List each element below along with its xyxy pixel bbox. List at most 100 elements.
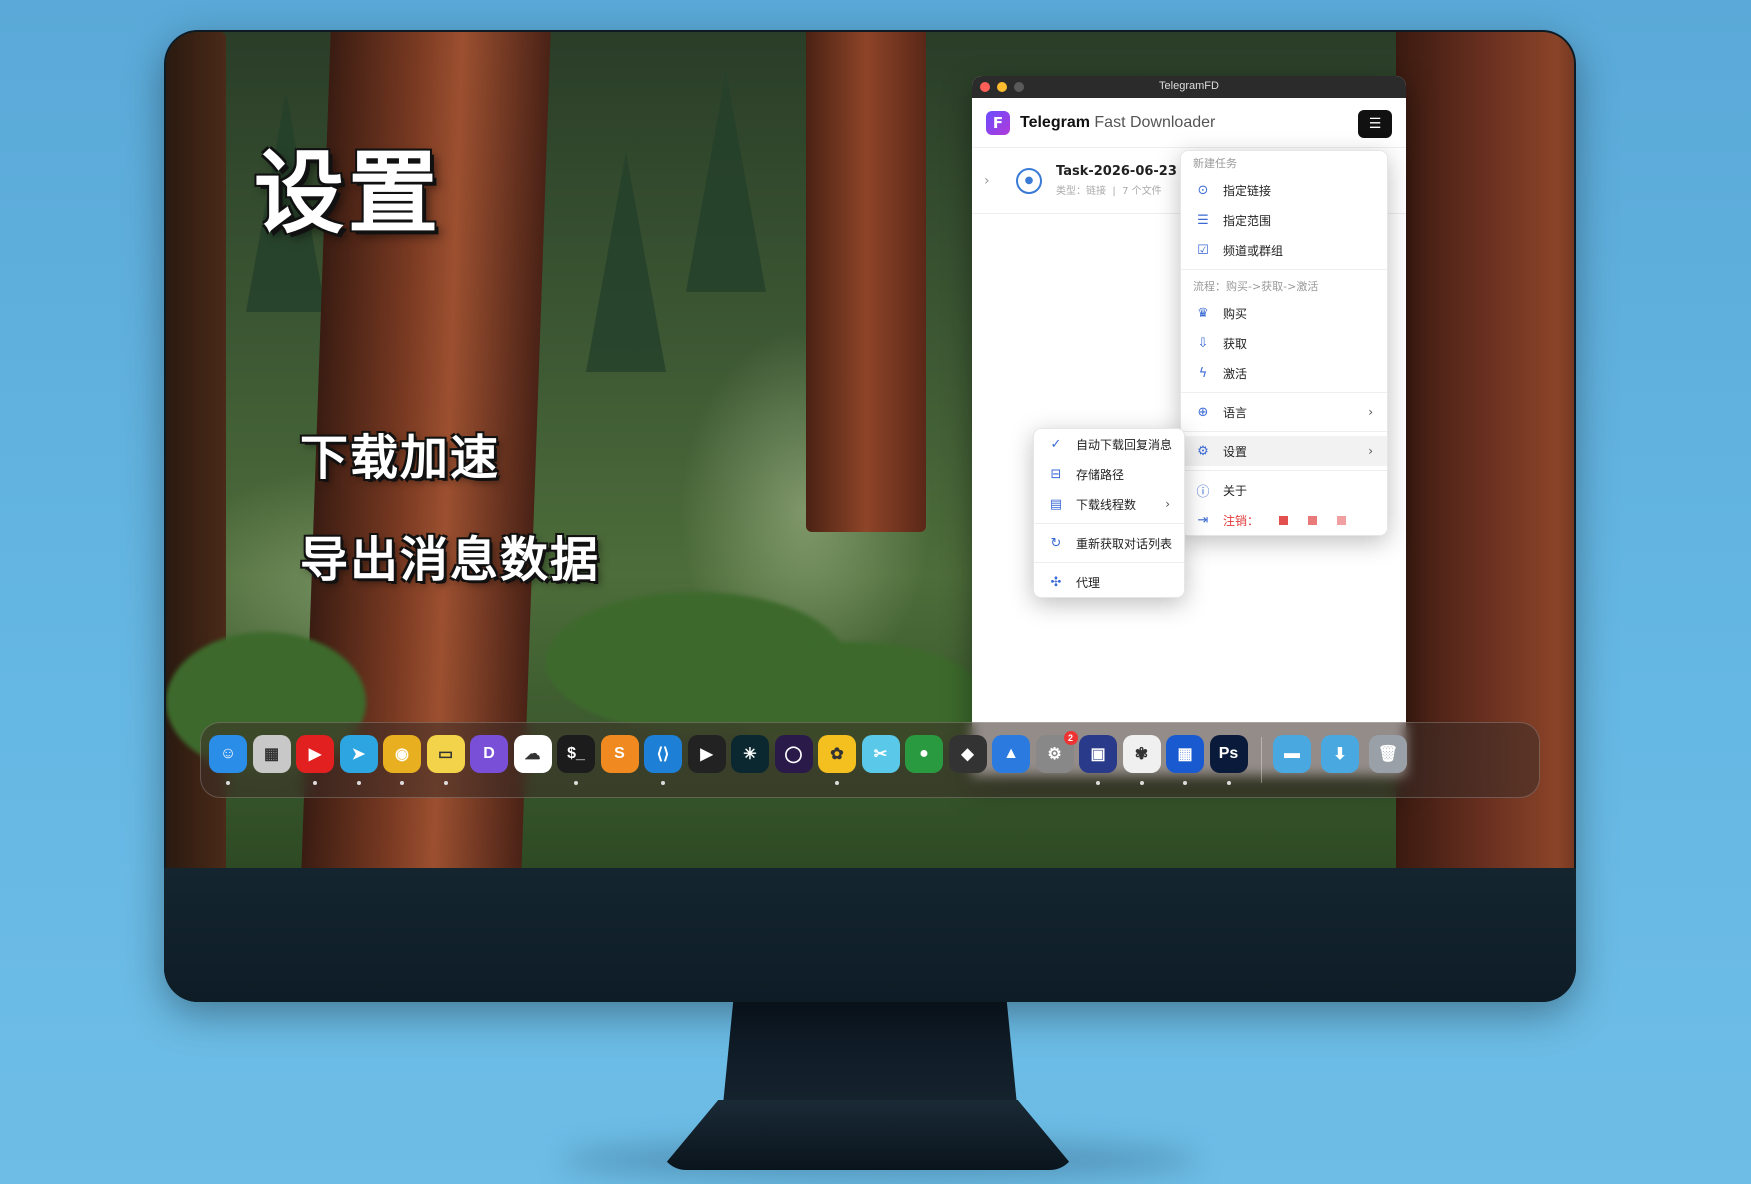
dock-folder-icon[interactable]: ▬ [1273, 735, 1311, 773]
dock-chrome-icon[interactable]: ◉ [383, 735, 421, 773]
menu-item-logout[interactable]: ⇥ 注销： [1181, 505, 1387, 535]
redacted-mark [1308, 515, 1318, 525]
hamburger-menu-button[interactable]: ☰ [1358, 110, 1392, 138]
dock-frame-app-icon[interactable]: ▣ [1079, 735, 1117, 773]
menu-item[interactable]: ✓ 自动下载回复消息 [1034, 429, 1184, 459]
info-icon: ⓘ [1196, 484, 1210, 500]
dock-telegram-icon[interactable]: ➤ [339, 735, 378, 773]
menu-item[interactable]: ϟ 激活 [1181, 358, 1387, 388]
running-indicator [1139, 781, 1144, 785]
dock-circle-app-icon[interactable]: ◯ [774, 735, 813, 773]
menu-item-label: 指定范围 [1223, 213, 1272, 228]
menu-item-label: 频道或群组 [1223, 243, 1284, 258]
dock-photos-icon[interactable]: ✾ [1122, 735, 1161, 773]
bolt-icon: ϟ [1198, 365, 1208, 381]
threads-icon: ▤ [1049, 496, 1063, 512]
menu-item[interactable]: ☰ 指定范围 [1181, 205, 1387, 235]
dock-cloud-app-icon[interactable]: ☁ [513, 735, 552, 773]
app-title-bold: Telegram [1020, 113, 1090, 131]
menu-separator [1181, 269, 1387, 270]
menu-header-flow: 流程：购买->获取->激活 [1193, 280, 1319, 293]
overlay-subtitle-1: 下载加速 [300, 430, 501, 486]
proxy-icon: ✣ [1050, 574, 1062, 590]
redacted-mark [1337, 515, 1347, 525]
dock-sublime-text-icon[interactable]: S [600, 735, 639, 773]
task-name: Task-2026-06-23 [1056, 164, 1177, 179]
chevron-right-icon: › [1368, 444, 1373, 458]
menu-item[interactable]: ☑ 频道或群组 [1181, 235, 1387, 265]
menu-item-label: 激活 [1223, 366, 1248, 381]
dock-youtube-music-icon[interactable]: ▶ [296, 735, 334, 773]
monitor-chin [164, 868, 1576, 1002]
link-circle-icon: ⊙ [1197, 182, 1209, 198]
range-icon: ☰ [1197, 212, 1209, 228]
dock-photoshop-icon[interactable]: Ps [1209, 735, 1248, 773]
redacted-mark [1279, 515, 1289, 525]
menu-item[interactable]: ⇩ 获取 [1181, 328, 1387, 358]
dock-separator [1261, 737, 1262, 783]
dock-downloads-folder-icon[interactable]: ⬇ [1321, 735, 1359, 773]
menu-item-label: 获取 [1223, 336, 1248, 351]
task-info: Task-2026-06-23 类型：链接 | 7 个文件 [1056, 164, 1177, 197]
desktop-screen: 设置 下载加速 导出消息数据 TelegramFD F Telegram Fas… [166, 32, 1574, 868]
window-title: TelegramFD [1159, 80, 1219, 92]
wallpaper-tree [806, 32, 926, 532]
wallpaper-pine [586, 152, 666, 372]
dock-d-app-icon[interactable]: D [470, 735, 508, 773]
menu-item-label: 重新获取对话列表 [1076, 536, 1173, 551]
menu-item-label: 语言 [1223, 405, 1248, 420]
menu-item[interactable]: ▤ 下载线程数 › [1034, 489, 1184, 519]
dock-launchpad-icon[interactable]: ▦ [252, 735, 291, 773]
menu-item-label: 指定链接 [1223, 183, 1272, 198]
wallpaper-pine [686, 72, 766, 292]
dock-final-cut-icon[interactable]: ▶ [687, 735, 726, 773]
menu-item[interactable]: ♛ 购买 [1181, 298, 1387, 328]
expand-chevron-icon[interactable]: › [984, 173, 1004, 189]
task-meta: 类型：链接 | 7 个文件 [1056, 186, 1162, 197]
menu-item[interactable]: ↻ 重新获取对话列表 [1034, 528, 1184, 558]
overlay-title: 设置 [254, 141, 442, 246]
chevron-right-icon: › [1165, 497, 1170, 511]
dock-perplexity-icon[interactable]: ✳ [731, 735, 769, 773]
dock-paw-app-icon[interactable]: ✿ [818, 735, 856, 773]
running-indicator [356, 781, 361, 785]
dock-notes-icon[interactable]: ▭ [426, 735, 465, 773]
menu-item-about[interactable]: ⓘ 关于 [1181, 475, 1387, 505]
refresh-icon: ↻ [1050, 535, 1062, 551]
menu-item[interactable]: ⊟ 存储路径 [1034, 459, 1184, 489]
dock-finder-icon[interactable]: ☺ [209, 735, 247, 773]
running-indicator [835, 781, 839, 785]
running-indicator [400, 781, 404, 785]
app-header: F Telegram Fast Downloader ☰ [972, 98, 1406, 148]
menu-item-settings[interactable]: ⚙ 设置 › [1181, 436, 1387, 466]
window-titlebar[interactable]: TelegramFD [972, 76, 1406, 98]
menu-item[interactable]: ⊙ 指定链接 [1181, 175, 1387, 205]
dock-mountain-app-icon[interactable]: ▲ [992, 735, 1030, 773]
app-logo-icon: F [986, 110, 1010, 135]
dock-scissors-app-icon[interactable]: ✂ [861, 735, 900, 773]
dock-terminal-icon[interactable]: $_ [557, 735, 595, 773]
menu-item[interactable]: ✣ 代理 [1034, 567, 1184, 597]
check-icon: ✓ [1050, 436, 1062, 452]
dock: ☺ ▦ ▶ ➤ ◉ ▭ D ☁ $_ S ⟨⟩ ▶ ✳ ◯ ✿ ✂ ● ◆ ▲ ⚙ 2 ▣ ✾ ▦ Ps ▬ ⬇ 🗑 [200, 722, 1540, 798]
gear-icon: ⚙ [1197, 443, 1209, 459]
logout-icon: ⇥ [1197, 512, 1209, 528]
dock-diamond-app-icon[interactable]: ◆ [948, 735, 987, 773]
menu-header-new-task: 新建任务 [1193, 157, 1237, 170]
dock-vscode-icon[interactable]: ⟨⟩ [644, 735, 682, 773]
menu-separator [1034, 562, 1184, 563]
main-dropdown-menu: 新建任务 ⊙ 指定链接 ☰ 指定范围 ☑ 频道或群组 流程：购买->获取->激活 ♛ 购买 ⇩… [1180, 150, 1388, 536]
running-indicator [1096, 781, 1100, 785]
storage-icon: ⊟ [1050, 466, 1062, 482]
settings-submenu: ✓ 自动下载回复消息 ⊟ 存储路径 ▤ 下载线程数 › ↻ 重新获取对话列表 ✣ 代理 [1033, 428, 1185, 598]
dock-trash-icon[interactable]: 🗑 [1369, 735, 1407, 773]
monitor-stand-neck [722, 995, 1018, 1115]
menu-item-language[interactable]: ⊕ 语言 › [1181, 397, 1387, 427]
dock-green-app-icon[interactable]: ● [905, 735, 943, 773]
menu-item-label: 下载线程数 [1076, 497, 1137, 512]
running-indicator [1183, 781, 1187, 785]
dock-system-settings-icon[interactable]: ⚙ 2 [1035, 731, 1078, 773]
menu-item-label: 设置 [1223, 444, 1248, 459]
running-indicator [1226, 781, 1231, 785]
dock-grid-app-icon[interactable]: ▦ [1166, 735, 1204, 773]
